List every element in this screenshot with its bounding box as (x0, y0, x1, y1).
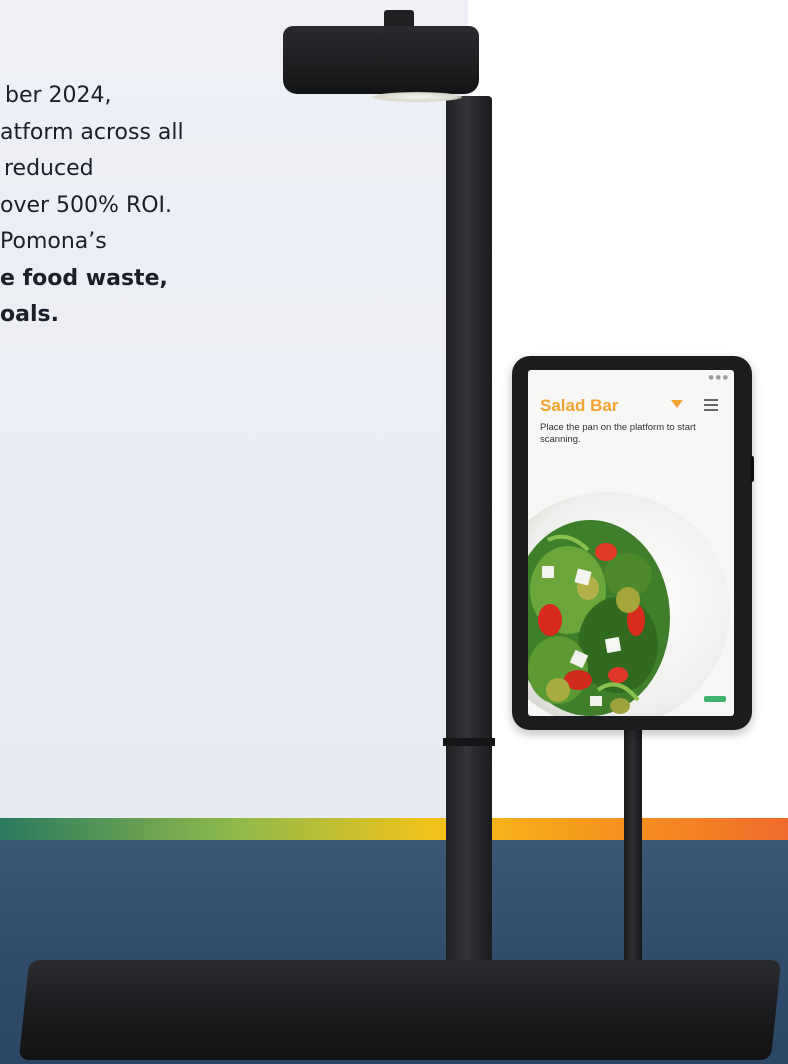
text-line-1: ber 2024, (5, 83, 112, 108)
lamp-head (283, 26, 479, 94)
scan-instructions: Place the pan on the platform to start s… (540, 422, 696, 445)
text-line-5: Pomona’s (0, 229, 107, 254)
chevron-down-icon[interactable] (671, 400, 683, 408)
case-study-text: ber 2024, atform across all reduced over… (0, 78, 260, 334)
tablet-stem (624, 726, 642, 968)
text-line-2: atform across all (0, 119, 184, 145)
tablet-device: ● ● ● Salad Bar Place the pan on the pla… (512, 356, 754, 730)
salad-image (528, 492, 730, 716)
status-bar-icon: ● ● ● (708, 374, 728, 381)
text-line-6-bold: e food waste, (0, 265, 168, 291)
text-line-4: over 500% ROI. (0, 192, 173, 218)
tablet-screen: ● ● ● Salad Bar Place the pan on the pla… (528, 370, 734, 716)
lamp-light (372, 92, 462, 102)
tablet-side-button (750, 456, 754, 482)
pole-joint (443, 738, 495, 746)
brand-gradient-stripe (0, 818, 788, 842)
text-line-3: reduced (4, 156, 94, 181)
scan-button[interactable] (704, 696, 726, 702)
station-title: Salad Bar (540, 396, 619, 415)
text-line-7-bold: oals. (0, 302, 59, 327)
hamburger-menu-icon[interactable] (704, 399, 718, 411)
lamp-pole (446, 96, 492, 966)
device-base (18, 960, 782, 1060)
